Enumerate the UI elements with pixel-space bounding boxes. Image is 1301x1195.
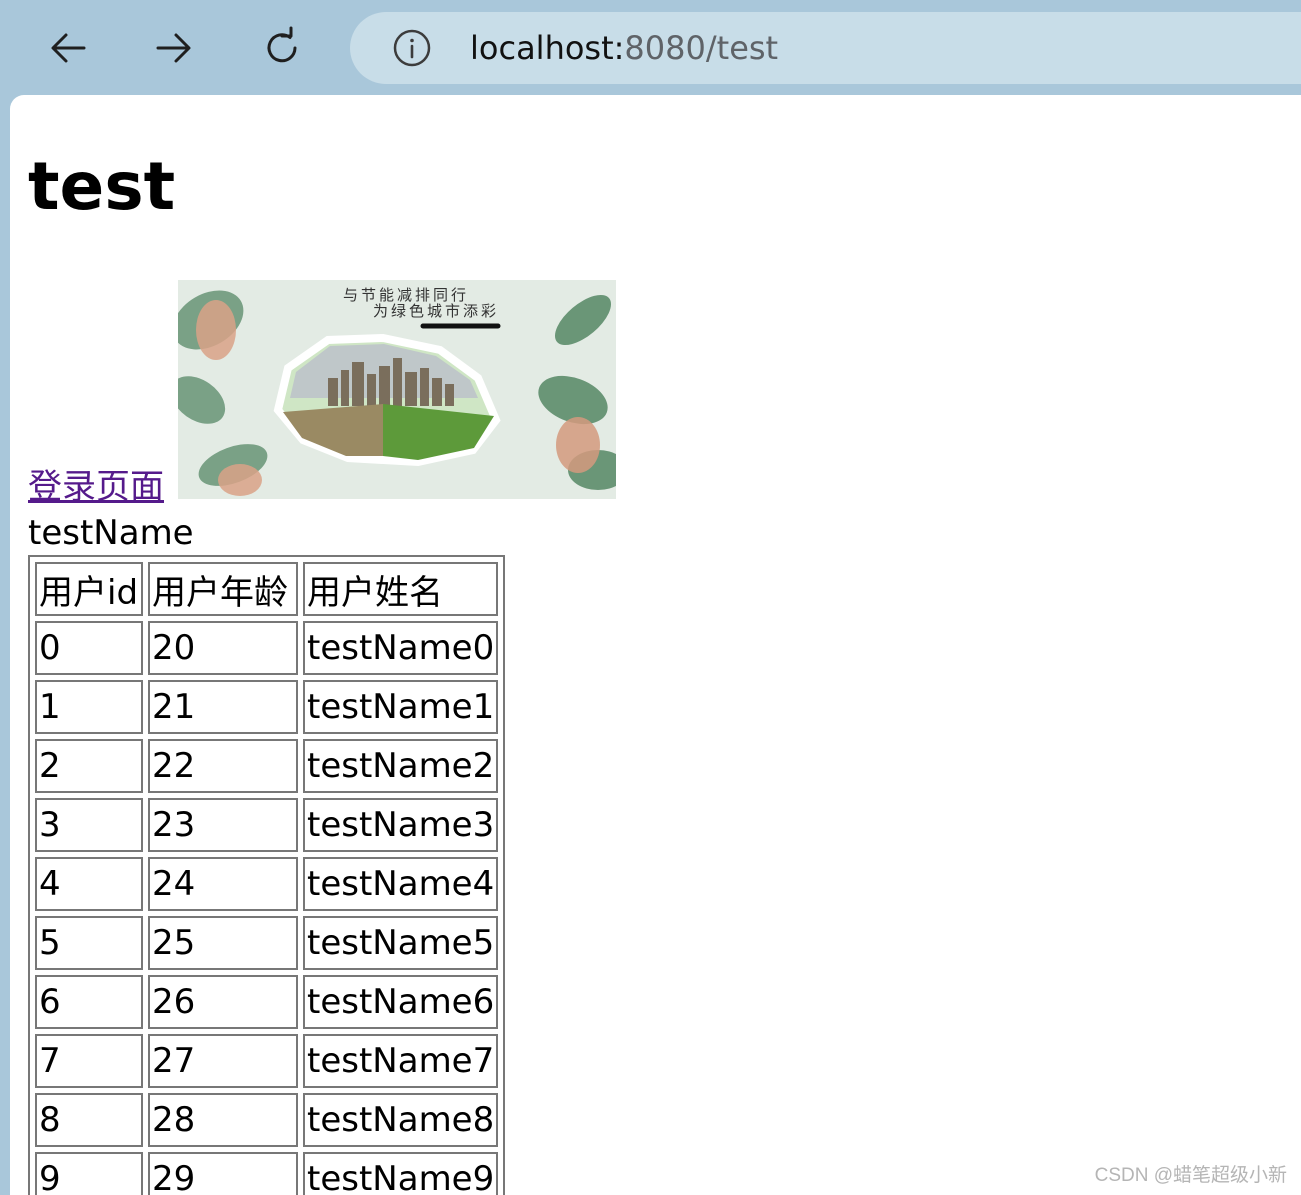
back-arrow-icon: [51, 33, 86, 63]
cell-age: 28: [148, 1093, 298, 1147]
cell-name: testName8: [303, 1093, 499, 1147]
header-user-age: 用户年龄: [148, 562, 298, 616]
cell-id: 8: [35, 1093, 143, 1147]
cell-id: 6: [35, 975, 143, 1029]
table-row: 5 25 testName5: [35, 916, 499, 970]
cell-age: 21: [148, 680, 298, 734]
cell-age: 20: [148, 621, 298, 675]
reload-icon: [267, 26, 297, 63]
table-row: 0 20 testName0: [35, 621, 499, 675]
banner-illustration: 与节能减排同行 为绿色城市添彩: [178, 280, 616, 499]
csdn-watermark: CSDN @蜡笔超级小新: [1094, 1165, 1287, 1186]
cell-name: testName1: [303, 680, 499, 734]
cell-age: 29: [148, 1152, 298, 1195]
header-user-name: 用户姓名: [303, 562, 499, 616]
cell-name: testName7: [303, 1034, 499, 1088]
cell-name: testName3: [303, 798, 499, 852]
cell-age: 24: [148, 857, 298, 911]
cell-name: testName6: [303, 975, 499, 1029]
table-header-row: 用户id 用户年龄 用户姓名: [35, 562, 499, 616]
table-row: 4 24 testName4: [35, 857, 499, 911]
cell-id: 0: [35, 621, 143, 675]
browser-toolbar: localhost:8080/test: [0, 0, 1301, 95]
table-row: 1 21 testName1: [35, 680, 499, 734]
table-row: 3 23 testName3: [35, 798, 499, 852]
page-title: test: [28, 148, 176, 225]
cell-age: 27: [148, 1034, 298, 1088]
login-page-link[interactable]: 登录页面: [28, 465, 164, 509]
forward-arrow-icon: [156, 33, 191, 63]
cell-id: 7: [35, 1034, 143, 1088]
users-table: 用户id 用户年龄 用户姓名 0 20 testName0 1 21 testName1…: [28, 555, 506, 1195]
forward-button[interactable]: [146, 20, 202, 76]
table-row: 8 28 testName8: [35, 1093, 499, 1147]
table-row: 2 22 testName2: [35, 739, 499, 793]
banner-caption-line2: 为绿色城市添彩: [373, 302, 499, 320]
cell-age: 26: [148, 975, 298, 1029]
cell-age: 22: [148, 739, 298, 793]
cell-age: 25: [148, 916, 298, 970]
table-row: 6 26 testName6: [35, 975, 499, 1029]
cell-name: testName0: [303, 621, 499, 675]
header-user-id: 用户id: [35, 562, 143, 616]
cell-name: testName9: [303, 1152, 499, 1195]
reload-button[interactable]: [254, 20, 310, 76]
username-label: testName: [28, 513, 194, 553]
cell-age: 23: [148, 798, 298, 852]
page-viewport: test 登录页面 与节能减排同行 为绿色城市添彩 testName 用户id …: [10, 95, 1301, 1195]
url-text[interactable]: localhost:8080/test: [470, 26, 778, 70]
cell-name: testName5: [303, 916, 499, 970]
cell-id: 2: [35, 739, 143, 793]
cell-id: 4: [35, 857, 143, 911]
cell-id: 5: [35, 916, 143, 970]
table-row: 9 29 testName9: [35, 1152, 499, 1195]
cell-id: 3: [35, 798, 143, 852]
banner-image: 与节能减排同行 为绿色城市添彩: [178, 280, 616, 499]
url-host: localhost:: [470, 29, 625, 67]
back-button[interactable]: [40, 20, 96, 76]
table-row: 7 27 testName7: [35, 1034, 499, 1088]
cell-id: 9: [35, 1152, 143, 1195]
cell-name: testName2: [303, 739, 499, 793]
cell-id: 1: [35, 680, 143, 734]
cell-name: testName4: [303, 857, 499, 911]
info-icon: [393, 29, 431, 67]
address-bar[interactable]: localhost:8080/test: [350, 12, 1301, 84]
site-info-button[interactable]: [392, 28, 432, 68]
url-path: 8080/test: [624, 29, 779, 67]
